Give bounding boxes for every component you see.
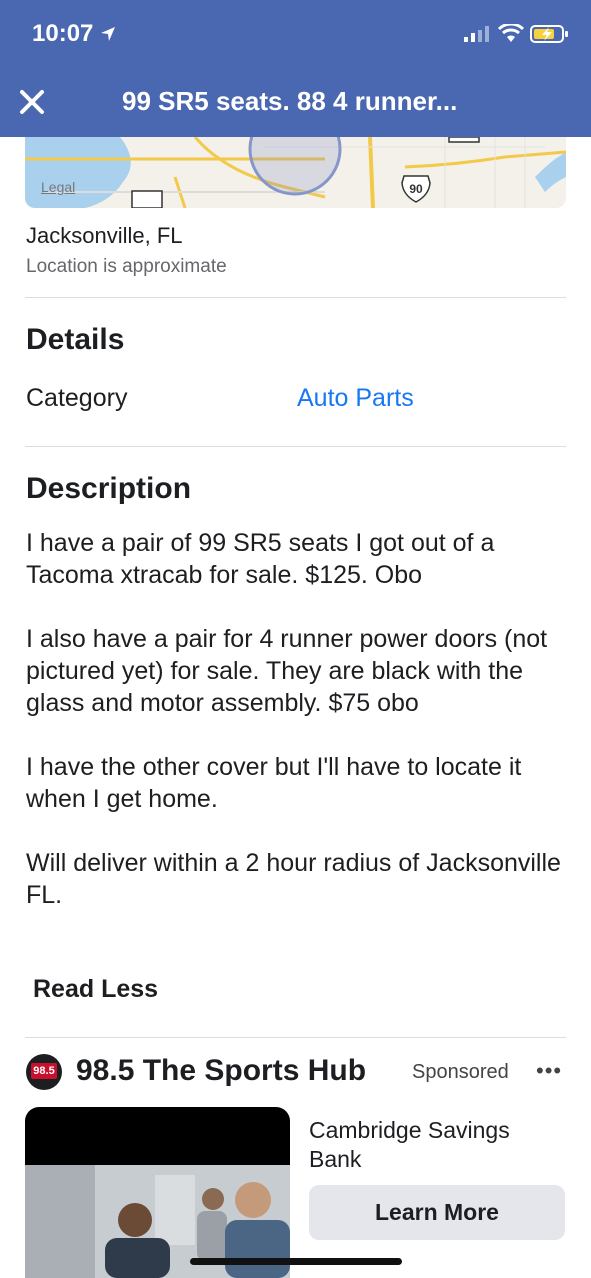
category-link[interactable]: Auto Parts <box>297 384 414 413</box>
sponsored-label: Sponsored <box>412 1061 509 1083</box>
map-legal-link[interactable]: Legal <box>41 179 75 195</box>
description-paragraph: I have the other cover but I'll have to … <box>26 753 522 813</box>
description-paragraph: Will deliver within a 2 hour radius of J… <box>26 849 561 909</box>
more-options-icon[interactable]: ••• <box>536 1058 562 1084</box>
home-indicator[interactable] <box>190 1258 402 1265</box>
signal-icon <box>464 26 489 42</box>
description-paragraph: I have a pair of 99 SR5 seats I got out … <box>26 529 495 589</box>
header-bar: 10:07 99 SR5 seats. 88 4 runner... <box>0 0 591 137</box>
wifi-icon <box>498 24 524 42</box>
category-label: Category <box>26 384 128 412</box>
ad-page-avatar[interactable]: 98.5 <box>26 1054 62 1090</box>
ad-logo-text: 98.5 <box>31 1063 57 1079</box>
highway-shield-label: 90 <box>409 182 423 196</box>
close-icon[interactable] <box>18 88 46 116</box>
location-note: Location is approximate <box>26 256 227 277</box>
divider <box>25 297 566 298</box>
ad-page-name[interactable]: 98.5 The Sports Hub <box>76 1054 366 1088</box>
location-map[interactable]: 90 Legal <box>25 137 566 208</box>
divider <box>25 1037 566 1038</box>
battery-charging-icon <box>530 25 568 43</box>
description-paragraph: I also have a pair for 4 runner power do… <box>26 625 548 717</box>
status-time: 10:07 <box>32 20 94 47</box>
learn-more-button[interactable]: Learn More <box>309 1185 565 1240</box>
advertiser-name: Cambridge Savings Bank <box>309 1117 510 1172</box>
divider <box>25 446 566 447</box>
description-heading: Description <box>26 472 192 505</box>
location-city: Jacksonville, FL <box>26 223 183 248</box>
ad-video[interactable] <box>25 1107 290 1278</box>
map-graphic: 90 <box>25 137 566 208</box>
details-heading: Details <box>26 323 125 356</box>
page-title: 99 SR5 seats. 88 4 runner... <box>122 86 458 116</box>
location-arrow-icon <box>101 27 115 41</box>
read-less-button[interactable]: Read Less <box>33 975 158 1004</box>
